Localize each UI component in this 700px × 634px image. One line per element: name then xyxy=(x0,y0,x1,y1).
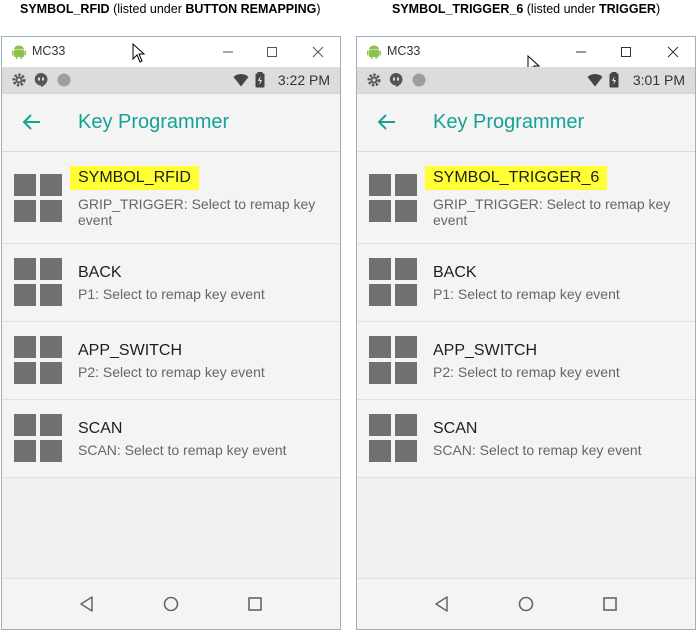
list-item-subtitle: SCAN: Select to remap key event xyxy=(78,442,287,458)
android-icon xyxy=(12,45,26,59)
battery-icon xyxy=(255,72,265,88)
maximize-icon xyxy=(621,47,631,57)
navigation-bar xyxy=(357,578,695,629)
list-item-title: SCAN xyxy=(433,420,478,437)
back-arrow-icon[interactable] xyxy=(375,110,399,134)
caption-left: SYMBOL_RFID (listed under BUTTON REMAPPI… xyxy=(20,2,321,16)
battery-icon xyxy=(609,72,619,88)
list-item-subtitle: P2: Select to remap key event xyxy=(78,364,265,380)
list-item-subtitle: GRIP_TRIGGER: Select to remap key event xyxy=(78,196,316,228)
status-time: 3:01 PM xyxy=(632,72,685,88)
window-title: MC33 xyxy=(387,44,421,58)
caption-right: SYMBOL_TRIGGER_6 (listed under TRIGGER) xyxy=(392,2,660,16)
list-item-subtitle: SCAN: Select to remap key event xyxy=(433,442,642,458)
back-arrow-icon[interactable] xyxy=(20,110,44,134)
grid-icon xyxy=(14,336,62,384)
gear-icon xyxy=(12,73,26,87)
list-item[interactable]: APP_SWITCH P2: Select to remap key event xyxy=(2,322,340,400)
list-item-title: SYMBOL_TRIGGER_6 xyxy=(425,166,608,190)
wifi-icon xyxy=(587,74,603,87)
list-item[interactable]: SCAN SCAN: Select to remap key event xyxy=(2,400,340,478)
grid-icon xyxy=(14,414,62,462)
list-item-subtitle: P1: Select to remap key event xyxy=(78,286,265,302)
minimize-icon xyxy=(576,51,586,53)
app-bar: Key Programmer xyxy=(2,94,340,152)
hangouts-icon xyxy=(34,73,48,87)
minimize-button[interactable] xyxy=(569,41,593,63)
list-item[interactable]: BACK P1: Select to remap key event xyxy=(2,244,340,322)
nav-back-icon[interactable] xyxy=(432,594,452,614)
list-item-subtitle: GRIP_TRIGGER: Select to remap key event xyxy=(433,196,671,228)
status-bar: 3:22 PM xyxy=(2,67,340,94)
hangouts-icon xyxy=(389,73,403,87)
caption-text: ) xyxy=(655,2,661,16)
close-button[interactable] xyxy=(661,41,685,63)
list-item-title: APP_SWITCH xyxy=(433,342,538,359)
caption-category: TRIGGER xyxy=(599,2,656,16)
list-item-title: BACK xyxy=(78,264,122,281)
nav-home-icon[interactable] xyxy=(516,594,536,614)
caption-key-name: SYMBOL_TRIGGER_6 xyxy=(392,2,524,16)
list-item-title: SYMBOL_RFID xyxy=(70,166,199,190)
nav-recents-icon[interactable] xyxy=(600,594,620,614)
caption-text: ) xyxy=(316,2,321,16)
list-item[interactable]: BACK P1: Select to remap key event xyxy=(357,244,695,322)
maximize-button[interactable] xyxy=(260,41,284,63)
nav-back-icon[interactable] xyxy=(77,594,97,614)
list-item-subtitle: P2: Select to remap key event xyxy=(433,364,620,380)
list-item-title: SCAN xyxy=(78,420,123,437)
grid-icon xyxy=(369,174,417,222)
minimize-icon xyxy=(223,51,233,53)
window-titlebar: MC33 xyxy=(2,37,340,67)
grid-icon xyxy=(14,174,62,222)
wifi-icon xyxy=(233,74,249,87)
close-button[interactable] xyxy=(306,41,330,63)
list-item[interactable]: APP_SWITCH P2: Select to remap key event xyxy=(357,322,695,400)
nav-recents-icon[interactable] xyxy=(245,594,265,614)
list-item[interactable]: SYMBOL_TRIGGER_6 GRIP_TRIGGER: Select to… xyxy=(357,152,695,244)
caption-text: (listed under xyxy=(109,2,186,16)
grid-icon xyxy=(369,414,417,462)
navigation-bar xyxy=(2,578,340,629)
window-title: MC33 xyxy=(32,44,66,58)
grid-icon xyxy=(369,258,417,306)
app-title: Key Programmer xyxy=(78,111,230,133)
maximize-button[interactable] xyxy=(614,41,638,63)
circle-icon xyxy=(412,73,426,87)
window-titlebar: MC33 xyxy=(357,37,695,75)
list-item-title: APP_SWITCH xyxy=(78,342,183,359)
status-bar: 3:01 PM xyxy=(357,67,695,94)
status-time: 3:22 PM xyxy=(277,72,330,88)
close-icon xyxy=(312,46,324,58)
app-title: Key Programmer xyxy=(433,111,585,133)
android-icon xyxy=(367,45,381,59)
emulator-window-right: MC33 3:01 PM Key Programmer SYMBOL_TRIGG… xyxy=(356,36,696,630)
grid-icon xyxy=(14,258,62,306)
list-item-subtitle: P1: Select to remap key event xyxy=(433,286,620,302)
close-icon xyxy=(667,46,679,58)
caption-text: (listed under xyxy=(523,2,600,16)
gear-icon xyxy=(367,73,381,87)
minimize-button[interactable] xyxy=(216,41,240,63)
emulator-window-left: MC33 3:22 PM Key Programmer SYMBOL_RFID … xyxy=(1,36,341,630)
list-item-title: BACK xyxy=(433,264,477,281)
list-item[interactable]: SCAN SCAN: Select to remap key event xyxy=(357,400,695,478)
circle-icon xyxy=(57,73,71,87)
list-item[interactable]: SYMBOL_RFID GRIP_TRIGGER: Select to rema… xyxy=(2,152,340,244)
grid-icon xyxy=(369,336,417,384)
app-bar: Key Programmer xyxy=(357,94,695,152)
maximize-icon xyxy=(267,47,277,57)
caption-category: BUTTON REMAPPING xyxy=(185,2,317,16)
mouse-cursor-icon xyxy=(132,43,146,63)
nav-home-icon[interactable] xyxy=(161,594,181,614)
caption-key-name: SYMBOL_RFID xyxy=(20,2,110,16)
